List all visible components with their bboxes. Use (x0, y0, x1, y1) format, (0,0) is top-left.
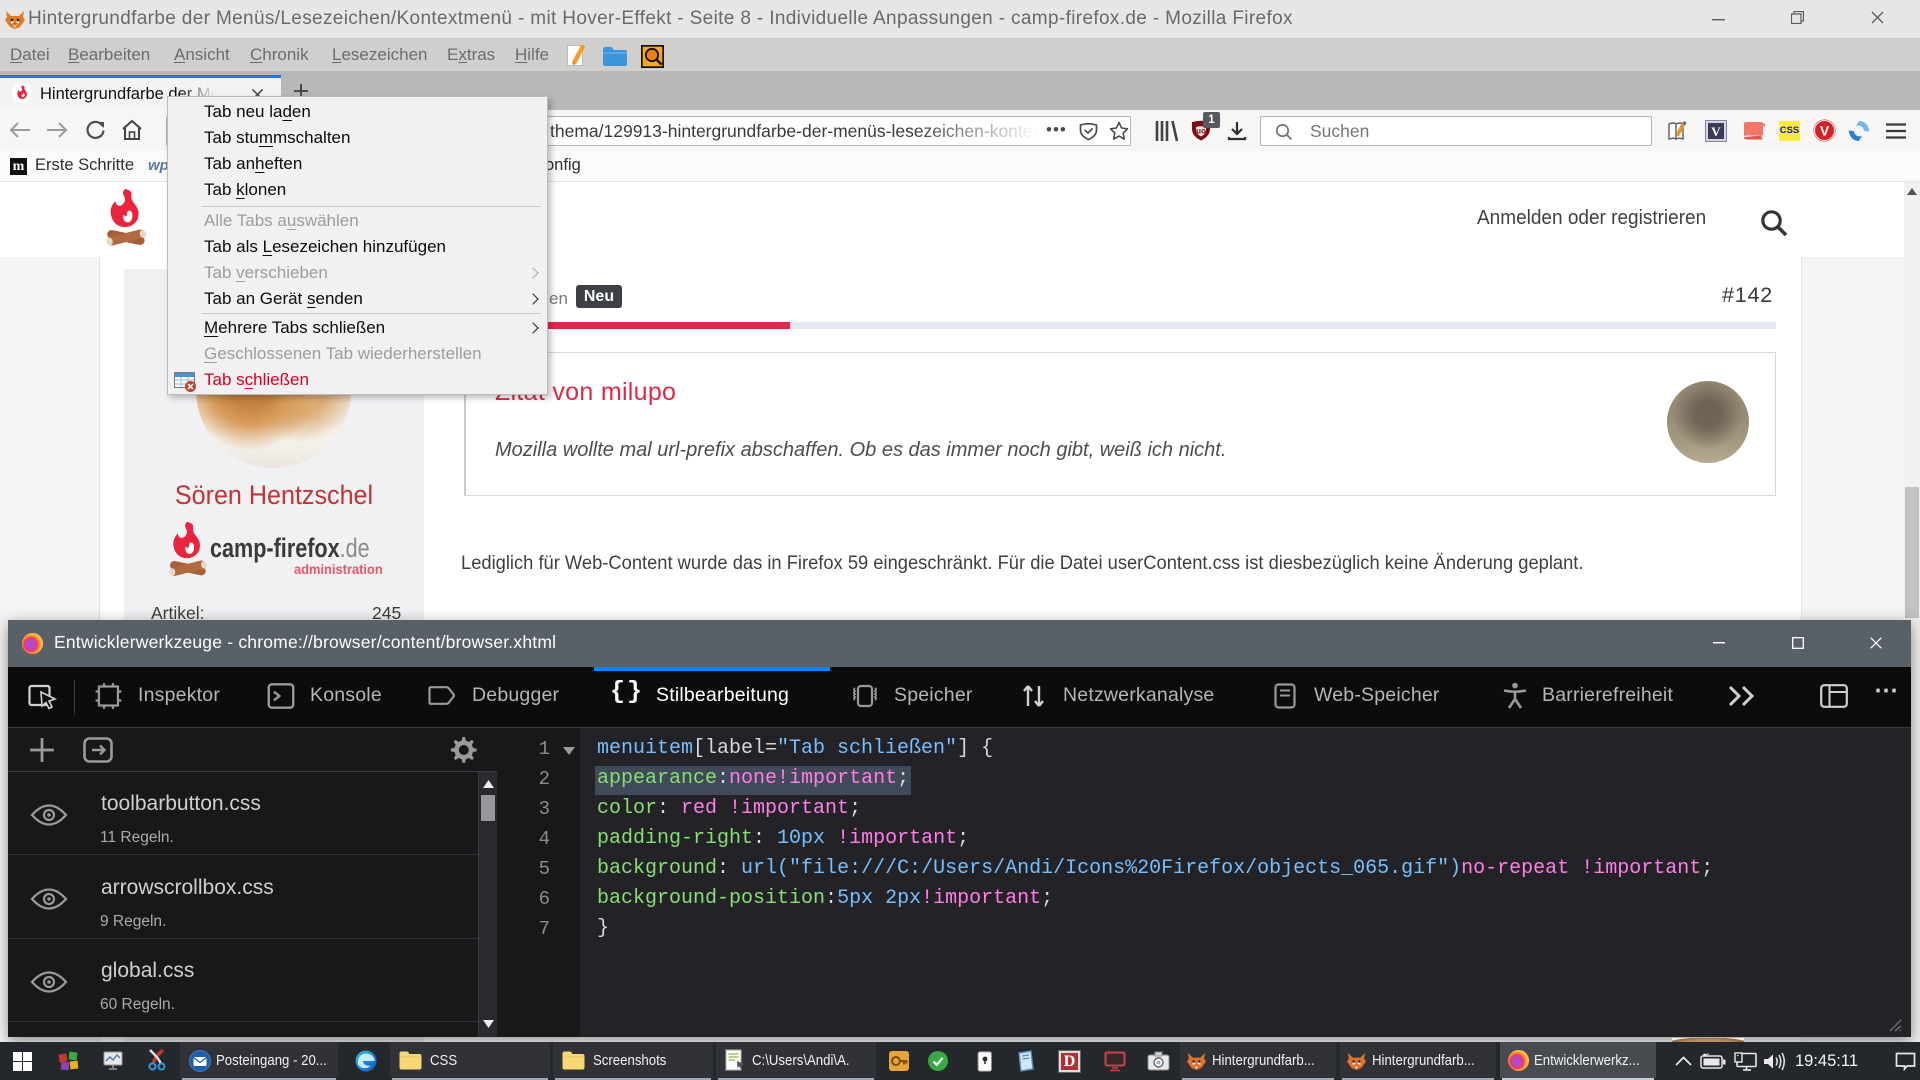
svg-text:V: V (1711, 124, 1721, 139)
svg-text:V: V (1820, 123, 1830, 139)
